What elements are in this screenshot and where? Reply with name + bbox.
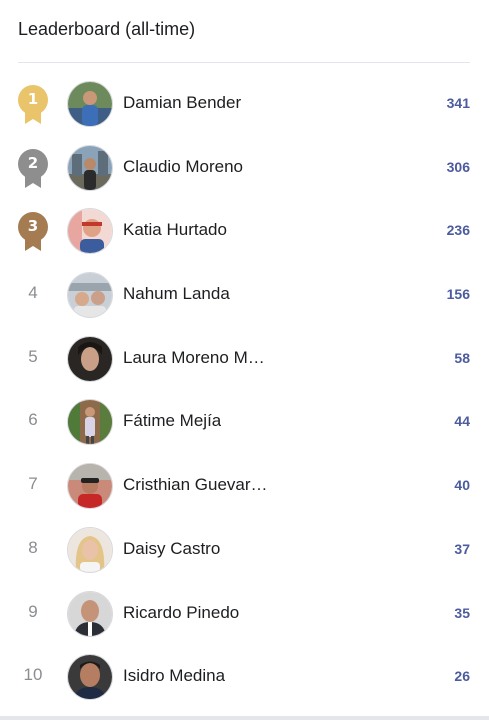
leaderboard-row[interactable]: 8 Daisy Castro 37 bbox=[0, 518, 489, 582]
rank-number: 10 bbox=[23, 665, 43, 685]
leaderboard-row[interactable]: 6 Fátime Mejía 44 bbox=[0, 390, 489, 454]
leaderboard-row[interactable]: 4 Nahum Landa 156 bbox=[0, 263, 489, 327]
avatar[interactable] bbox=[67, 463, 113, 510]
avatar[interactable] bbox=[67, 208, 113, 255]
leader-name[interactable]: Katia Hurtado bbox=[123, 220, 227, 240]
rank-number: 9 bbox=[28, 601, 38, 621]
header-divider bbox=[18, 62, 470, 63]
leader-name[interactable]: Fátime Mejía bbox=[123, 411, 221, 431]
leaderboard-row[interactable]: 10 Isidro Medina 26 bbox=[0, 645, 489, 709]
leaderboard-list: 1 Damian Bender 341 2 Claudio Moreno 306… bbox=[0, 72, 489, 709]
avatar[interactable] bbox=[67, 590, 113, 637]
rank-number: 7 bbox=[28, 474, 38, 494]
leader-name[interactable]: Ricardo Pinedo bbox=[123, 603, 239, 623]
leaderboard-row[interactable]: 7 Cristhian Guevar… 40 bbox=[0, 454, 489, 518]
rank-number: 3 bbox=[27, 217, 39, 236]
avatar[interactable] bbox=[67, 81, 113, 127]
rank-number: 8 bbox=[28, 537, 38, 557]
leader-score: 341 bbox=[446, 95, 470, 111]
rank-number: 5 bbox=[28, 346, 38, 366]
rank-number: 2 bbox=[27, 153, 39, 172]
leader-score: 26 bbox=[454, 668, 470, 685]
leaderboard-row[interactable]: 3 Katia Hurtado 236 bbox=[0, 199, 489, 263]
leaderboard-row[interactable]: 2 Claudio Moreno 306 bbox=[0, 136, 489, 200]
leader-score: 44 bbox=[454, 413, 470, 430]
avatar[interactable] bbox=[67, 526, 113, 573]
leaderboard-row[interactable]: 5 Laura Moreno M… 58 bbox=[0, 327, 489, 391]
leader-score: 40 bbox=[454, 477, 470, 494]
leader-name[interactable]: Damian Bender bbox=[123, 93, 241, 113]
avatar[interactable] bbox=[67, 272, 113, 319]
leader-score: 306 bbox=[446, 158, 470, 175]
gold-medal-icon: 1 bbox=[16, 84, 50, 126]
leaderboard-row[interactable]: 1 Damian Bender 341 bbox=[0, 72, 489, 136]
leader-score: 156 bbox=[446, 286, 470, 303]
avatar[interactable] bbox=[67, 144, 113, 191]
avatar[interactable] bbox=[67, 335, 113, 382]
leader-name[interactable]: Laura Moreno M… bbox=[123, 348, 265, 368]
leader-score: 58 bbox=[454, 349, 470, 366]
leaderboard-row[interactable]: 9 Ricardo Pinedo 35 bbox=[0, 582, 489, 646]
leader-score: 37 bbox=[454, 540, 470, 557]
silver-medal-icon: 2 bbox=[16, 148, 50, 190]
leader-score: 35 bbox=[454, 604, 470, 621]
bottom-divider bbox=[0, 716, 489, 720]
leader-name[interactable]: Isidro Medina bbox=[123, 666, 225, 686]
rank-number: 6 bbox=[28, 410, 38, 430]
leader-score: 236 bbox=[446, 222, 470, 239]
leader-name[interactable]: Cristhian Guevar… bbox=[123, 475, 268, 495]
avatar[interactable] bbox=[67, 654, 113, 701]
leader-name[interactable]: Daisy Castro bbox=[123, 539, 220, 559]
rank-number: 4 bbox=[28, 283, 38, 303]
bronze-medal-icon: 3 bbox=[16, 211, 50, 253]
leaderboard-title: Leaderboard (all-time) bbox=[18, 19, 196, 39]
leader-name[interactable]: Claudio Moreno bbox=[123, 157, 243, 177]
leader-name[interactable]: Nahum Landa bbox=[123, 284, 230, 304]
avatar[interactable] bbox=[67, 399, 113, 446]
rank-number: 1 bbox=[27, 90, 39, 108]
